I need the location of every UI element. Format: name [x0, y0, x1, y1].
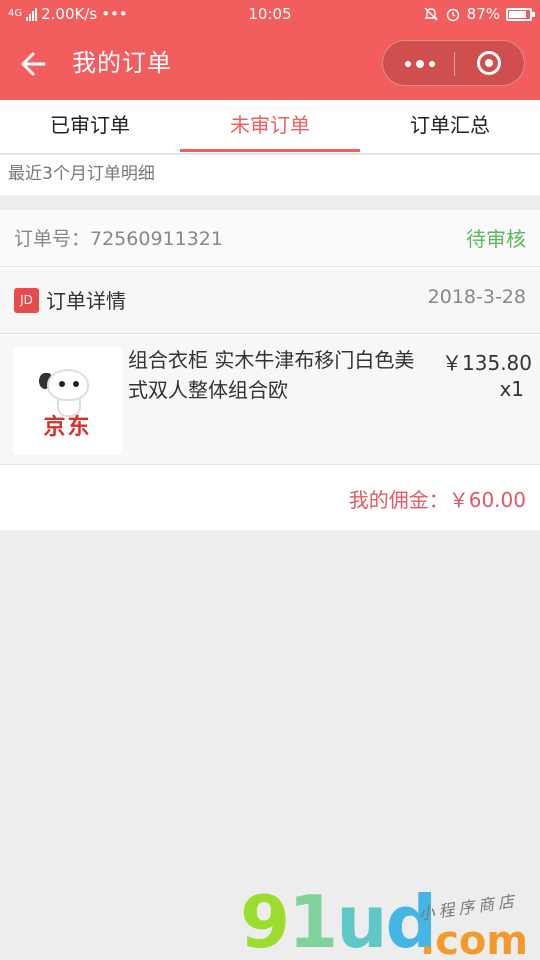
- tab-summary[interactable]: 订单汇总: [360, 100, 540, 154]
- battery-icon: [506, 7, 535, 21]
- order-detail-label: 订单详情: [46, 289, 126, 313]
- jd-logo-text: 京东: [43, 415, 92, 440]
- commission-row: 我的佣金：￥60.00: [0, 466, 540, 530]
- jd-logo-dog: [47, 369, 89, 401]
- product-row[interactable]: 京东 组合衣柜 实木牛津布移门白色美式双人整体组合欧 ￥135.80 x1: [0, 335, 540, 465]
- order-card[interactable]: 订单号：72560911321 待审核 JD 订单详情 2018-3-28 京东…: [0, 210, 540, 530]
- more-button[interactable]: [383, 41, 453, 85]
- more-dot: [416, 60, 424, 68]
- order-number-row: 订单号：72560911321 待审核: [0, 210, 540, 267]
- watermark-char: 9: [240, 880, 290, 960]
- section-subheading: 最近3个月订单明细: [0, 155, 540, 195]
- close-button[interactable]: [455, 41, 525, 85]
- product-name: 组合衣柜 实木牛津布移门白色美式双人整体组合欧: [128, 348, 415, 402]
- tab-unreviewed[interactable]: 未审订单: [180, 100, 360, 154]
- active-tab-indicator: [180, 149, 360, 152]
- more-dot: [429, 61, 435, 67]
- page-title: 我的订单: [72, 49, 172, 77]
- order-tabs: 已审订单 未审订单 订单汇总: [0, 100, 540, 154]
- dog-eye: [73, 381, 79, 387]
- mute-bell-icon: [423, 7, 438, 21]
- back-arrow-icon: [21, 52, 46, 76]
- jd-icon: JD: [14, 288, 39, 313]
- watermark-char: u: [336, 880, 387, 960]
- status-right: 87%: [423, 0, 535, 28]
- dog-eye: [59, 381, 65, 387]
- product-quantity: x1: [499, 377, 524, 401]
- watermark-logo: 91ud 小程序商店 .com: [240, 882, 540, 960]
- close-target-dot: [485, 59, 493, 67]
- order-date: 2018-3-28: [427, 286, 526, 308]
- watermark-sub: .com: [420, 918, 529, 960]
- alarm-icon: [446, 8, 459, 22]
- order-detail-row[interactable]: JD 订单详情 2018-3-28: [0, 268, 540, 334]
- back-button[interactable]: [18, 48, 58, 80]
- status-badge: 待审核: [466, 227, 526, 251]
- wm-char: 91ud: [240, 880, 437, 960]
- order-number: 订单号：72560911321: [14, 228, 223, 250]
- status-bar: 4G 2.00K/s ••• 10:05 87%: [0, 0, 540, 28]
- watermark-main: 91ud: [240, 880, 437, 960]
- commission-amount: 我的佣金：￥60.00: [348, 488, 526, 512]
- watermark-char: 1: [288, 880, 338, 960]
- top-bar: 4G 2.00K/s ••• 10:05 87% 我的订单: [0, 0, 540, 100]
- product-thumbnail: 京东: [13, 347, 122, 455]
- title-bar: 我的订单: [0, 28, 540, 100]
- battery-percent: 87%: [466, 5, 500, 23]
- tab-reviewed[interactable]: 已审订单: [0, 100, 180, 154]
- more-dots-icon: [405, 61, 411, 67]
- mini-program-capsule: [382, 40, 525, 86]
- product-price: ￥135.80: [442, 351, 532, 375]
